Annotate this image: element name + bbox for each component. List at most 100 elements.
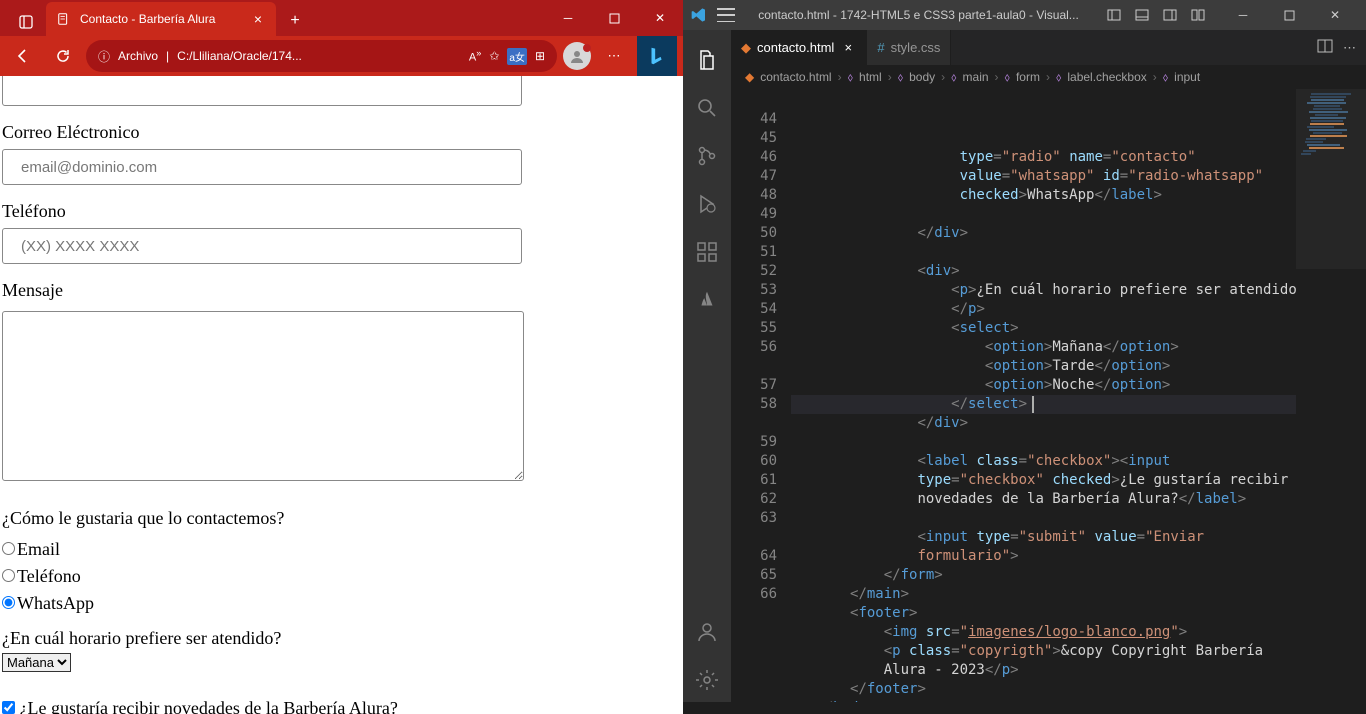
radio-whatsapp[interactable] [2,596,15,609]
atlassian-icon[interactable] [683,278,731,322]
settings-gear-icon[interactable] [683,658,731,702]
bc-file: contacto.html [760,70,831,84]
more-actions-icon[interactable]: ⋯ [1343,40,1356,56]
bc-sym-icon: ⬨ [898,70,903,85]
bc-html: html [859,70,882,84]
page-favicon-icon [56,11,72,27]
name-input[interactable] [2,76,522,106]
email-input[interactable] [2,149,522,185]
radio-whatsapp-label: WhatsApp [17,593,94,613]
hamburger-menu-icon[interactable] [717,8,735,22]
chevron-right-icon: › [995,70,999,84]
chevron-right-icon: › [1153,70,1157,84]
info-icon[interactable]: ⓘ [98,48,110,65]
maximize-button[interactable] [591,2,637,34]
edge-toolbar: ⓘ Archivo | C:/Lliliana/Oracle/174... A»… [0,36,683,76]
tab-stylecss-label: style.css [891,40,941,55]
chevron-right-icon: › [941,70,945,84]
tab-close-icon[interactable]: × [250,11,266,27]
css-file-icon: # [877,40,884,55]
activity-bar [683,30,731,702]
reader-icon[interactable]: A» [469,48,481,64]
vscode-window: contacto.html - 1742-HTML5 e CSS3 parte1… [683,0,1366,714]
account-icon[interactable] [683,610,731,654]
radio-email-label: Email [17,539,60,559]
bc-label: label.checkbox [1067,70,1146,84]
tab-stylecss[interactable]: # style.css [867,30,951,65]
tab-actions-icon[interactable] [6,8,46,36]
url-sep: | [166,49,169,63]
bc-file-icon: ◆ [745,70,754,84]
layout-btn-2[interactable] [1130,5,1154,25]
bc-body: body [909,70,935,84]
translate-icon[interactable]: a女 [507,48,527,65]
chevron-right-icon: › [1046,70,1050,84]
layout-btn-4[interactable] [1186,5,1210,25]
html-file-icon: ◆ [741,40,751,56]
chevron-right-icon: › [888,70,892,84]
layout-btn-3[interactable] [1158,5,1182,25]
refresh-button[interactable] [46,40,80,72]
breadcrumb[interactable]: ◆ contacto.html › ⬨ html › ⬨ body › ⬨ ma… [731,65,1366,89]
explorer-icon[interactable] [683,38,731,82]
profile-avatar[interactable] [563,42,591,70]
phone-label: Teléfono [2,201,681,222]
radio-telefono[interactable] [2,569,15,582]
message-textarea[interactable] [2,311,524,481]
browser-tab-active[interactable]: Contacto - Barbería Alura × [46,2,276,36]
source-control-icon[interactable] [683,134,731,178]
bc-sym-icon: ⬨ [951,70,956,85]
page-body[interactable]: Correo Eléctronico Teléfono Mensaje ¿Cóm… [0,76,683,714]
tab-contacto[interactable]: ◆ contacto.html × [731,30,867,65]
code-editor[interactable]: 4445464748495051525354555657585960616263… [731,89,1366,702]
vs-minimize-button[interactable]: ─ [1220,0,1266,30]
vscode-window-controls: ─ ✕ [1220,0,1358,30]
news-label: ¿Le gustaría recibir novedades de la Bar… [20,698,398,714]
time-select[interactable]: Mañana Tarde Noche [2,653,71,672]
radio-telefono-label: Teléfono [17,566,81,586]
url-path: C:/Lliliana/Oracle/174... [177,49,461,63]
phone-input[interactable] [2,228,522,264]
tab-close-icon[interactable]: × [840,40,856,56]
code-content[interactable]: type="radio" name="contacto" value="what… [791,89,1296,702]
email-label: Correo Eléctronico [2,122,681,143]
more-button[interactable]: ⋯ [597,40,631,72]
bc-form: form [1016,70,1040,84]
layout-btn-1[interactable] [1102,5,1126,25]
radio-email[interactable] [2,542,15,555]
bc-main: main [963,70,989,84]
bc-sym-icon: ⬨ [1056,70,1061,85]
editor-tabs: ◆ contacto.html × # style.css ⋯ [731,30,1366,65]
close-window-button[interactable]: ✕ [637,2,683,34]
search-icon[interactable] [683,86,731,130]
favorite-icon[interactable]: ✩ [489,49,499,63]
split-editor-icon[interactable] [1317,39,1333,56]
layout-buttons [1102,5,1210,25]
message-label: Mensaje [2,280,681,301]
line-numbers: 4445464748495051525354555657585960616263… [731,89,791,702]
chevron-right-icon: › [838,70,842,84]
bing-sidebar-icon[interactable] [637,36,677,76]
new-tab-button[interactable]: + [280,6,310,36]
bc-input: input [1174,70,1200,84]
tab-contacto-label: contacto.html [757,40,834,55]
time-question: ¿En cuál horario prefiere ser atendido? [2,628,681,649]
vs-close-button[interactable]: ✕ [1312,0,1358,30]
vscode-logo-icon [691,7,707,23]
address-bar[interactable]: ⓘ Archivo | C:/Lliliana/Oracle/174... A»… [86,40,557,72]
bc-sym-icon: ⬨ [1005,70,1010,85]
editor-area: ◆ contacto.html × # style.css ⋯ ◆ contac… [731,30,1366,702]
minimize-button[interactable]: ─ [545,2,591,34]
back-button[interactable] [6,40,40,72]
extensions-icon[interactable] [683,230,731,274]
minimap[interactable] [1296,89,1366,702]
contact-question: ¿Cómo le gustaria que lo contactemos? [2,508,681,529]
edge-titlebar: Contacto - Barbería Alura × + ─ ✕ [0,0,683,36]
news-checkbox[interactable] [2,701,15,714]
window-controls: ─ ✕ [545,2,683,34]
run-debug-icon[interactable] [683,182,731,226]
collections-icon[interactable]: ⊞ [535,49,545,63]
url-scheme: Archivo [118,49,158,63]
vs-maximize-button[interactable] [1266,0,1312,30]
page-viewport: Correo Eléctronico Teléfono Mensaje ¿Cóm… [0,76,683,714]
